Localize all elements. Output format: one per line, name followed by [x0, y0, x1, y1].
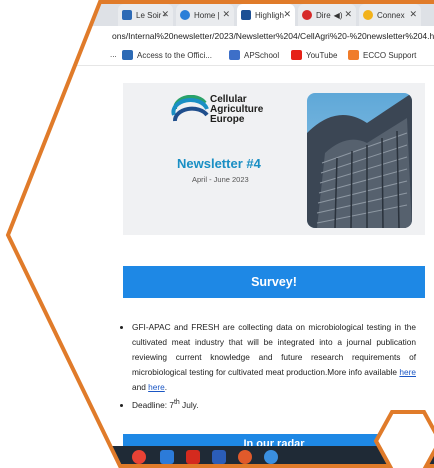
powerpoint-icon[interactable] — [238, 450, 252, 464]
list-item: GFI-APAC and FRESH are collecting data o… — [132, 320, 416, 395]
cellular-agriculture-logo-icon — [171, 95, 209, 122]
bookmark-label: YouTube — [306, 50, 338, 60]
close-tab-icon[interactable]: ✕ — [344, 9, 352, 20]
tab-label: Highligh — [255, 10, 284, 20]
newsletter-title: Newsletter #4 — [177, 156, 261, 171]
period: . — [164, 382, 168, 392]
bookmark-ecco-support[interactable]: ECCO Support — [348, 50, 416, 60]
bookmark-apschool[interactable]: APSchool — [229, 50, 279, 60]
conjunction: and — [132, 382, 149, 392]
survey-heading: Survey! — [251, 275, 297, 289]
bookmark-label: Access to the Offici... — [137, 50, 212, 60]
deadline-text: Deadline: 7 — [132, 399, 174, 410]
chrome-icon[interactable] — [132, 450, 146, 464]
highlight-favicon-icon — [241, 10, 251, 20]
pdf-icon[interactable] — [186, 450, 200, 464]
bookmark-label: ECCO Support — [363, 50, 417, 60]
address-bar[interactable]: ons/Internal%20newsletter/2023/Newslette… — [8, 26, 434, 48]
home-favicon-icon — [180, 10, 190, 20]
bookmarks-bar: ... Access to the Offici... APSchool You… — [8, 47, 434, 66]
survey-content: GFI-APAC and FRESH are collecting data o… — [118, 320, 416, 413]
newsletter-date: April - June 2023 — [192, 175, 249, 184]
ecco-icon — [348, 50, 359, 60]
newsletter-header: Cellular Agriculture Europe Newsletter #… — [123, 83, 425, 235]
tab-label: Home | — [194, 10, 220, 20]
survey-list: GFI-APAC and FRESH are collecting data o… — [118, 320, 416, 413]
app-icon[interactable] — [160, 450, 174, 464]
bookmarks-overflow[interactable]: ... — [110, 50, 117, 59]
brand-line: Europe — [210, 114, 245, 125]
youtube-icon — [291, 50, 302, 60]
browser-window: Le Soir - ✕ Home | ✕ Highligh ✕ Dire ◀) … — [8, 0, 434, 468]
close-tab-icon[interactable]: ✕ — [409, 9, 417, 20]
connexion-favicon-icon — [363, 10, 373, 20]
record-icon — [302, 10, 312, 20]
list-item: Deadline: 7th July. — [132, 395, 416, 413]
building-photo — [307, 93, 412, 228]
deadline-suffix: July. — [179, 399, 199, 410]
close-tab-icon[interactable]: ✕ — [222, 9, 230, 20]
more-info-link-2[interactable]: here — [148, 382, 165, 392]
le-soir-favicon-icon — [122, 10, 132, 20]
apschool-icon — [229, 50, 240, 60]
message-icon — [122, 50, 133, 60]
bookmark-label: APSchool — [244, 50, 280, 60]
brand-name: Cellular Agriculture Europe — [210, 95, 263, 125]
close-tab-icon[interactable]: ✕ — [161, 9, 169, 20]
tab-label: Connex — [377, 10, 405, 20]
tab-connexion[interactable]: Connex ✕ — [359, 4, 421, 26]
bookmark-youtube[interactable]: YouTube — [291, 50, 337, 60]
tab-label: Dire — [316, 10, 331, 20]
speaker-icon[interactable]: ◀) — [334, 11, 343, 20]
teams-icon[interactable] — [264, 450, 278, 464]
newsletter-page: Cellular Agriculture Europe Newsletter #… — [8, 66, 434, 458]
tab-le-soir[interactable]: Le Soir - ✕ — [118, 4, 173, 26]
close-tab-icon[interactable]: ✕ — [283, 9, 291, 20]
tab-highlight[interactable]: Highligh ✕ — [237, 4, 295, 26]
tab-bar: Le Soir - ✕ Home | ✕ Highligh ✕ Dire ◀) … — [8, 0, 434, 26]
survey-description: GFI-APAC and FRESH are collecting data o… — [132, 322, 416, 377]
bookmark-access-official[interactable]: Access to the Offici... — [122, 50, 212, 60]
taskbar — [8, 446, 434, 468]
tab-home[interactable]: Home | ✕ — [176, 4, 234, 26]
word-icon[interactable] — [212, 450, 226, 464]
url-text[interactable]: ons/Internal%20newsletter/2023/Newslette… — [112, 31, 434, 41]
survey-banner: Survey! — [123, 266, 425, 298]
tab-dire[interactable]: Dire ◀) ✕ — [298, 4, 356, 26]
more-info-link-1[interactable]: here — [399, 367, 416, 377]
